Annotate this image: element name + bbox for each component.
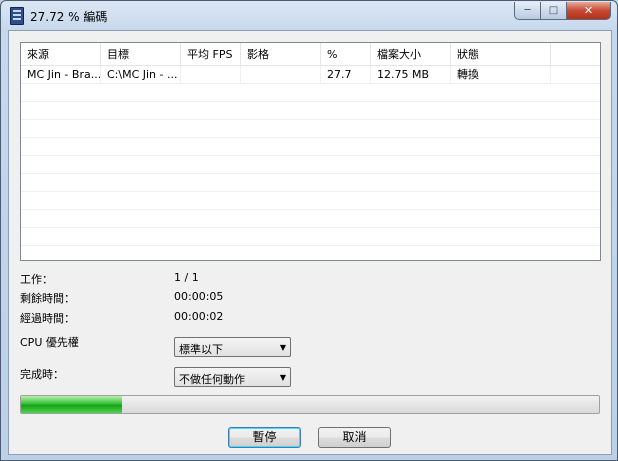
progress-fill [21, 396, 123, 413]
cancel-button[interactable]: 取消 [318, 427, 391, 448]
job-list[interactable]: 來源 目標 平均 FPS 影格 % 檔案大小 狀態 MC Jin - Bra..… [20, 42, 601, 261]
empty-row [21, 228, 600, 246]
cpu-priority-label: CPU 優先權 [20, 336, 79, 349]
column-header-file-size[interactable]: 檔案大小 [371, 43, 451, 65]
close-button[interactable]: ✕ [567, 2, 611, 20]
column-header-filler [551, 43, 600, 65]
empty-row [21, 156, 600, 174]
empty-row [21, 120, 600, 138]
column-header-avg-fps[interactable]: 平均 FPS [181, 43, 241, 65]
cell-source: MC Jin - Bra... [21, 66, 101, 83]
empty-row [21, 192, 600, 210]
empty-row [21, 138, 600, 156]
caption-buttons: ─ □ ✕ [514, 2, 611, 21]
on-complete-label: 完成時： [20, 368, 64, 381]
title-bar[interactable]: 27.72 % 編碼 ─ □ ✕ [1, 1, 617, 29]
remaining-time-label: 剩餘時間： [20, 292, 75, 305]
elapsed-time-label: 經過時間： [20, 312, 75, 325]
encoding-window: 27.72 % 編碼 ─ □ ✕ 來源 目標 平均 FPS 影格 % 檔案大小 … [0, 0, 618, 461]
column-header-source[interactable]: 來源 [21, 43, 101, 65]
pause-button[interactable]: 暫停 [228, 427, 301, 448]
empty-row [21, 174, 600, 192]
column-header-status[interactable]: 狀態 [451, 43, 551, 65]
maximize-icon: □ [548, 5, 559, 16]
minimize-button[interactable]: ─ [514, 2, 541, 20]
cell-percent: 27.7 [321, 66, 371, 83]
dialog-body: 來源 目標 平均 FPS 影格 % 檔案大小 狀態 MC Jin - Bra..… [8, 30, 612, 455]
empty-row [21, 102, 600, 120]
column-header-percent[interactable]: % [321, 43, 371, 65]
cpu-priority-select[interactable]: 標準以下 ▼ [174, 337, 291, 357]
encoding-progress-bar [20, 395, 600, 414]
film-icon [10, 7, 24, 25]
remaining-time-value: 00:00:05 [174, 290, 224, 303]
empty-row [21, 210, 600, 228]
job-value: 1 / 1 [174, 271, 199, 284]
elapsed-time-value: 00:00:02 [174, 310, 224, 323]
empty-row [21, 246, 600, 260]
minimize-icon: ─ [524, 5, 531, 16]
on-complete-select[interactable]: 不做任何動作 ▼ [174, 367, 291, 387]
chevron-down-icon: ▼ [279, 373, 286, 382]
cell-frames [241, 66, 321, 83]
table-row[interactable]: MC Jin - Bra... C:\MC Jin - ... 27.7 12.… [21, 66, 600, 84]
column-header-target[interactable]: 目標 [101, 43, 181, 65]
cell-status: 轉換 [451, 66, 551, 83]
cpu-priority-value: 標準以下 [179, 343, 223, 356]
maximize-button[interactable]: □ [541, 2, 567, 20]
on-complete-value: 不做任何動作 [179, 373, 245, 386]
cell-avg-fps [181, 66, 241, 83]
cell-filler [551, 66, 600, 83]
cell-target: C:\MC Jin - ... [101, 66, 181, 83]
cell-file-size: 12.75 MB [371, 66, 451, 83]
chevron-down-icon: ▼ [279, 343, 286, 352]
window-title: 27.72 % 編碼 [30, 10, 108, 24]
list-header: 來源 目標 平均 FPS 影格 % 檔案大小 狀態 [21, 43, 600, 66]
column-header-frames[interactable]: 影格 [241, 43, 321, 65]
close-icon: ✕ [583, 4, 594, 17]
empty-row [21, 84, 600, 102]
job-label: 工作： [20, 273, 53, 286]
